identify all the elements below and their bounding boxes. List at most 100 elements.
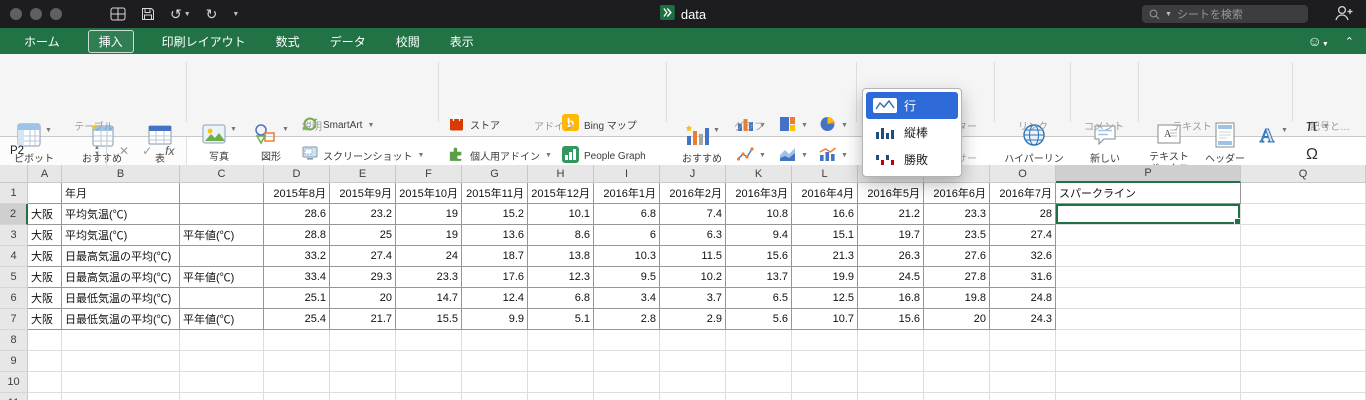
row-header-3[interactable]: 3 xyxy=(0,225,28,246)
cell-F5[interactable]: 23.3 xyxy=(396,267,462,288)
cell-J1[interactable]: 2016年2月 xyxy=(660,183,726,204)
cell-H9[interactable] xyxy=(528,351,594,372)
sheet-search-input[interactable]: ▼ シートを検索 xyxy=(1142,5,1308,23)
col-header-E[interactable]: E xyxy=(330,165,396,183)
cell-O6[interactable]: 24.8 xyxy=(990,288,1056,309)
cell-J9[interactable] xyxy=(660,351,726,372)
cell-B3[interactable]: 平均気温(℃) xyxy=(62,225,180,246)
cell-I10[interactable] xyxy=(594,372,660,393)
cell-I8[interactable] xyxy=(594,330,660,351)
cell-Q7[interactable] xyxy=(1241,309,1366,330)
cell-M8[interactable] xyxy=(858,330,924,351)
cell-B6[interactable]: 日最低気温の平均(℃) xyxy=(62,288,180,309)
cell-H5[interactable]: 12.3 xyxy=(528,267,594,288)
pie-chart-caret-icon[interactable]: ▼ xyxy=(841,122,848,129)
cell-C7[interactable]: 平年値(℃) xyxy=(180,309,264,330)
cell-O1[interactable]: 2016年7月 xyxy=(990,183,1056,204)
cell-G7[interactable]: 9.9 xyxy=(462,309,528,330)
cell-E8[interactable] xyxy=(330,330,396,351)
cell-O5[interactable]: 31.6 xyxy=(990,267,1056,288)
col-header-D[interactable]: D xyxy=(264,165,330,183)
cell-J3[interactable]: 6.3 xyxy=(660,225,726,246)
cell-D2[interactable]: 28.6 xyxy=(264,204,330,225)
cell-J4[interactable]: 11.5 xyxy=(660,246,726,267)
cell-O9[interactable] xyxy=(990,351,1056,372)
cell-E1[interactable]: 2015年9月 xyxy=(330,183,396,204)
cell-D7[interactable]: 25.4 xyxy=(264,309,330,330)
cell-A10[interactable] xyxy=(28,372,62,393)
combo-chart-button[interactable]: ▼ xyxy=(819,146,848,165)
undo-icon[interactable]: ↺ ▼ xyxy=(170,6,191,23)
cell-B11[interactable] xyxy=(62,393,180,400)
cell-D6[interactable]: 25.1 xyxy=(264,288,330,309)
cell-P3[interactable] xyxy=(1056,225,1241,246)
cell-J7[interactable]: 2.9 xyxy=(660,309,726,330)
cell-K8[interactable] xyxy=(726,330,792,351)
cell-M7[interactable]: 15.6 xyxy=(858,309,924,330)
redo-icon[interactable]: ↻ xyxy=(206,6,218,23)
cell-N4[interactable]: 27.6 xyxy=(924,246,990,267)
cell-B9[interactable] xyxy=(62,351,180,372)
cell-A7[interactable]: 大阪 xyxy=(28,309,62,330)
cell-K11[interactable] xyxy=(726,393,792,400)
cell-P9[interactable] xyxy=(1056,351,1241,372)
cell-F8[interactable] xyxy=(396,330,462,351)
cell-N9[interactable] xyxy=(924,351,990,372)
save-icon[interactable] xyxy=(141,7,155,21)
cell-Q8[interactable] xyxy=(1241,330,1366,351)
cell-G6[interactable]: 12.4 xyxy=(462,288,528,309)
cell-F11[interactable] xyxy=(396,393,462,400)
cell-N1[interactable]: 2016年6月 xyxy=(924,183,990,204)
cell-B10[interactable] xyxy=(62,372,180,393)
cell-B8[interactable] xyxy=(62,330,180,351)
search-scope-caret-icon[interactable]: ▼ xyxy=(1165,11,1172,18)
cell-K1[interactable]: 2016年3月 xyxy=(726,183,792,204)
select-all-corner[interactable] xyxy=(0,165,28,183)
sparkline-menu-item-2[interactable]: 縦棒 xyxy=(866,119,958,146)
col-header-C[interactable]: C xyxy=(180,165,264,183)
cell-D1[interactable]: 2015年8月 xyxy=(264,183,330,204)
cell-H8[interactable] xyxy=(528,330,594,351)
cell-O10[interactable] xyxy=(990,372,1056,393)
row-header-10[interactable]: 10 xyxy=(0,372,28,393)
cell-D5[interactable]: 33.4 xyxy=(264,267,330,288)
cell-C5[interactable]: 平年値(℃) xyxy=(180,267,264,288)
cell-M5[interactable]: 24.5 xyxy=(858,267,924,288)
cell-G10[interactable] xyxy=(462,372,528,393)
cell-I1[interactable]: 2016年1月 xyxy=(594,183,660,204)
cell-E11[interactable] xyxy=(330,393,396,400)
grid-view-icon[interactable] xyxy=(110,7,126,21)
col-header-J[interactable]: J xyxy=(660,165,726,183)
cell-D10[interactable] xyxy=(264,372,330,393)
cell-L2[interactable]: 16.6 xyxy=(792,204,858,225)
col-header-P[interactable]: P xyxy=(1056,165,1241,183)
cell-H1[interactable]: 2015年12月 xyxy=(528,183,594,204)
cell-P7[interactable] xyxy=(1056,309,1241,330)
symbol-button[interactable]: Ω xyxy=(1306,146,1318,164)
cell-E9[interactable] xyxy=(330,351,396,372)
cell-G2[interactable]: 15.2 xyxy=(462,204,528,225)
row-header-8[interactable]: 8 xyxy=(0,330,28,351)
cell-B4[interactable]: 日最高気温の平均(℃) xyxy=(62,246,180,267)
cell-I7[interactable]: 2.8 xyxy=(594,309,660,330)
cell-M4[interactable]: 26.3 xyxy=(858,246,924,267)
cell-H7[interactable]: 5.1 xyxy=(528,309,594,330)
cell-L11[interactable] xyxy=(792,393,858,400)
cell-A6[interactable]: 大阪 xyxy=(28,288,62,309)
cell-N7[interactable]: 20 xyxy=(924,309,990,330)
cell-Q11[interactable] xyxy=(1241,393,1366,400)
cell-P6[interactable] xyxy=(1056,288,1241,309)
cell-I6[interactable]: 3.4 xyxy=(594,288,660,309)
cell-D9[interactable] xyxy=(264,351,330,372)
cell-E2[interactable]: 23.2 xyxy=(330,204,396,225)
row-header-11[interactable]: 11 xyxy=(0,393,28,400)
screenshot-caret-icon[interactable]: ▼ xyxy=(418,152,425,159)
cell-E4[interactable]: 27.4 xyxy=(330,246,396,267)
cell-J8[interactable] xyxy=(660,330,726,351)
cell-M11[interactable] xyxy=(858,393,924,400)
cell-F7[interactable]: 15.5 xyxy=(396,309,462,330)
my-addins-button[interactable]: 個人用アドイン ▼ xyxy=(448,146,552,165)
cell-C9[interactable] xyxy=(180,351,264,372)
name-box[interactable]: P2 ▲ ▼ xyxy=(0,137,107,165)
cell-K3[interactable]: 9.4 xyxy=(726,225,792,246)
